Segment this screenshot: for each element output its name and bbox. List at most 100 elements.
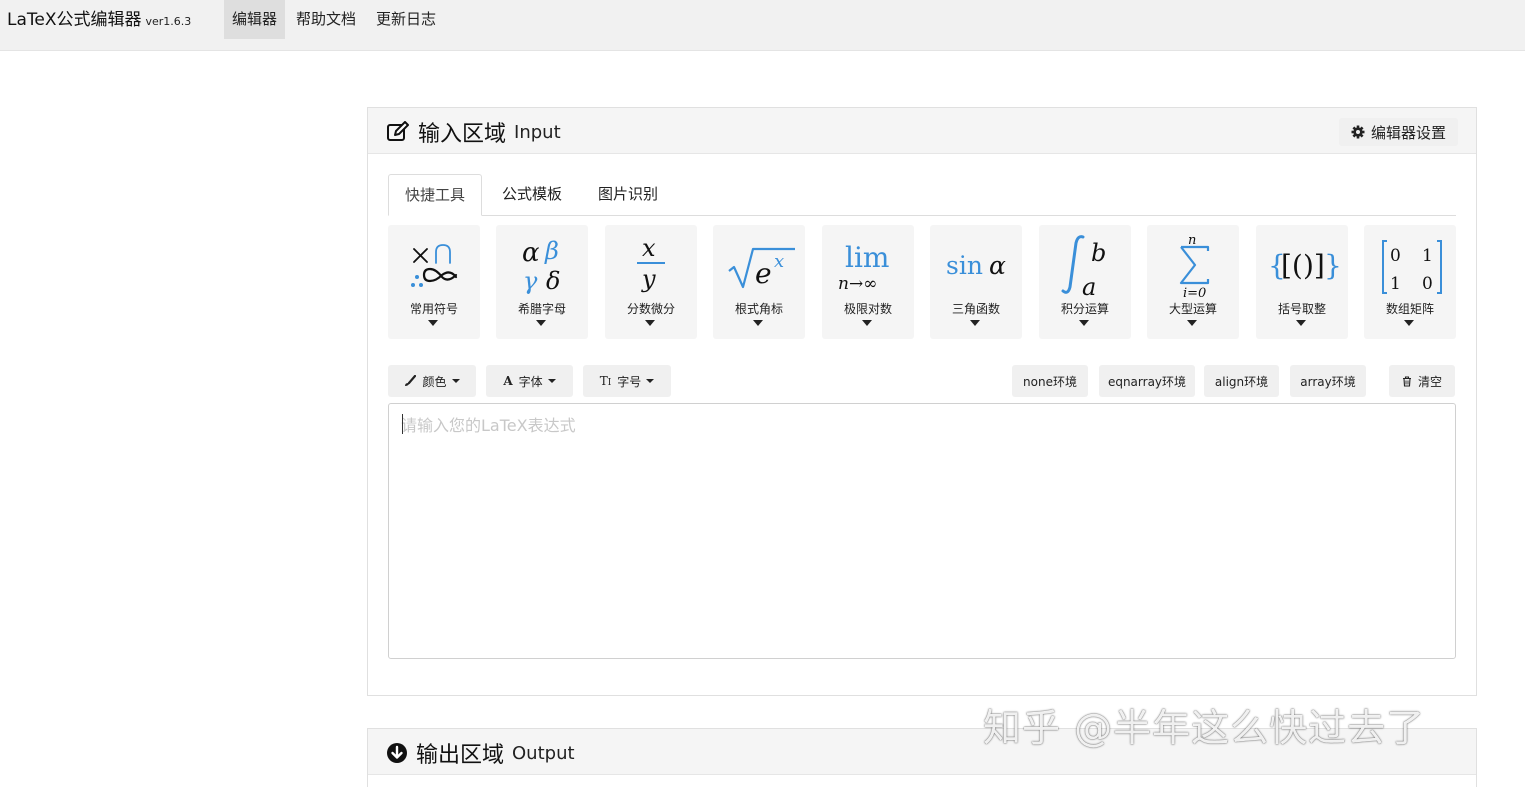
svg-text:α: α [989,251,1006,280]
tool-label: 根式角标 [734,302,783,316]
tool-label: 三角函数 [951,302,1000,316]
svg-text:x: x [642,234,656,262]
brand-title: LaTeX公式编辑器 [7,10,142,30]
svg-text:0: 0 [1390,246,1401,266]
greek-letters-icon: α β γ δ [522,237,560,295]
tool-trig[interactable]: sin α 三角函数 [930,225,1022,339]
svg-text:)]: )] [1303,249,1325,282]
input-panel-header: 输入区域 Input 编辑器设置 [368,108,1476,154]
limit-icon: lim n→∞ [838,241,889,294]
svg-text:δ: δ [546,267,560,295]
caret-down-icon [451,379,460,383]
caret-down-icon [547,379,556,383]
tool-label: 常用符号 [409,302,458,316]
chevron-down-icon [970,320,980,326]
tool-label: 积分运算 [1060,302,1109,316]
integral-icon: b a [1061,235,1106,297]
tab-quick-tools[interactable]: 快捷工具 [388,174,483,216]
input-title-cn: 输入区域 [418,122,507,147]
gear-icon [1351,125,1365,139]
text-size-icon: TI [599,374,612,388]
sigma-icon: n i=0 [1179,233,1210,297]
svg-text:lim: lim [845,241,889,274]
svg-text:sin: sin [946,251,983,280]
tool-common-symbols[interactable]: 常用符号 [388,225,480,339]
clear-button[interactable]: 清空 [1389,365,1455,397]
svg-text:y: y [641,265,656,293]
nav-help-docs[interactable]: 帮助文档 [288,0,364,39]
svg-text:i=0: i=0 [1183,286,1206,297]
chevron-down-icon [1404,320,1414,326]
edit-icon [387,121,409,141]
font-dropdown-button[interactable]: A 字体 [486,365,573,397]
editor-settings-button[interactable]: 编辑器设置 [1338,118,1458,146]
tool-label: 括号取整 [1277,302,1326,316]
fraction-icon: x y [637,234,665,293]
output-title-en: Output [512,742,575,764]
clear-label: 清空 [1417,374,1442,389]
svg-text:[(: [( [1281,249,1303,282]
latex-input[interactable] [389,404,1455,658]
nav-changelog[interactable]: 更新日志 [368,0,444,39]
tool-tabs: 快捷工具 公式模板 图片识别 [388,174,1456,216]
trig-icon: sin α [946,251,1006,280]
brand[interactable]: LaTeX公式编辑器 ver1.6.3 [7,5,191,30]
version-label: ver1.6.3 [145,15,192,28]
svg-text:x: x [774,251,784,272]
svg-text:n→∞: n→∞ [838,274,877,294]
chevron-down-icon [428,320,438,326]
radical-icon: e x [728,247,795,290]
top-navbar: LaTeX公式编辑器 ver1.6.3 编辑器 帮助文档 更新日志 [0,0,1525,51]
svg-text:e: e [755,257,772,290]
svg-text:0: 0 [1422,274,1433,294]
zhihu-watermark: 知乎 @半年这么快过去了 [983,706,1426,750]
size-label: 字号 [617,374,642,389]
svg-text:n: n [1188,233,1196,248]
chevron-down-icon [1296,320,1306,326]
tool-integral[interactable]: b a 积分运算 [1039,225,1131,339]
tool-greek-letters[interactable]: α β γ δ 希腊字母 [496,225,588,339]
tab-formula-templates[interactable]: 公式模板 [486,174,578,216]
caret-down-icon [646,379,655,383]
tool-label: 希腊字母 [517,302,566,316]
none-env-button[interactable]: none环境 [1012,365,1088,397]
chevron-down-icon [536,320,546,326]
size-dropdown-button[interactable]: TI 字号 [583,365,671,397]
svg-text:b: b [1091,239,1106,267]
tool-label: 分数微分 [626,302,675,316]
tool-fraction[interactable]: x y 分数微分 [605,225,697,339]
color-dropdown-button[interactable]: 颜色 [388,365,476,397]
font-label: 字体 [518,374,543,389]
svg-text:a: a [1082,273,1096,297]
svg-text:}: } [1324,249,1342,282]
chevron-down-icon [1187,320,1197,326]
color-label: 颜色 [422,374,447,389]
align-env-button[interactable]: align环境 [1204,365,1279,397]
eqnarray-env-button[interactable]: eqnarray环境 [1099,365,1195,397]
tab-image-recognition[interactable]: 图片识别 [582,174,674,216]
svg-text:γ: γ [523,267,538,295]
tool-brackets[interactable]: { [( )] } 括号取整 [1256,225,1348,339]
chevron-down-icon [1079,320,1089,326]
input-title-en: Input [514,121,561,143]
nav-editor[interactable]: 编辑器 [224,0,286,39]
chevron-down-icon [753,320,763,326]
brackets-icon: { [( )] } [1268,249,1342,282]
svg-text:α: α [522,238,540,268]
svg-text:1: 1 [1390,274,1401,294]
chevron-down-icon [862,320,872,326]
tool-limit[interactable]: lim n→∞ 极限对数 [822,225,914,339]
tool-label: 极限对数 [843,302,892,316]
tool-radical[interactable]: e x 根式角标 [713,225,805,339]
trash-icon [1402,375,1411,387]
latex-editor[interactable] [388,403,1456,659]
matrix-icon: 0 1 1 0 [1382,240,1442,294]
svg-text:1: 1 [1422,246,1433,266]
tool-label: 数组矩阵 [1385,302,1434,316]
tool-big-operator[interactable]: n i=0 大型运算 [1147,225,1239,339]
tool-matrix[interactable]: 0 1 1 0 数组矩阵 [1364,225,1456,339]
common-symbols-icon [411,244,458,287]
editor-settings-label: 编辑器设置 [1370,123,1446,142]
input-panel-title: 输入区域 Input [386,116,561,148]
array-env-button[interactable]: array环境 [1290,365,1366,397]
